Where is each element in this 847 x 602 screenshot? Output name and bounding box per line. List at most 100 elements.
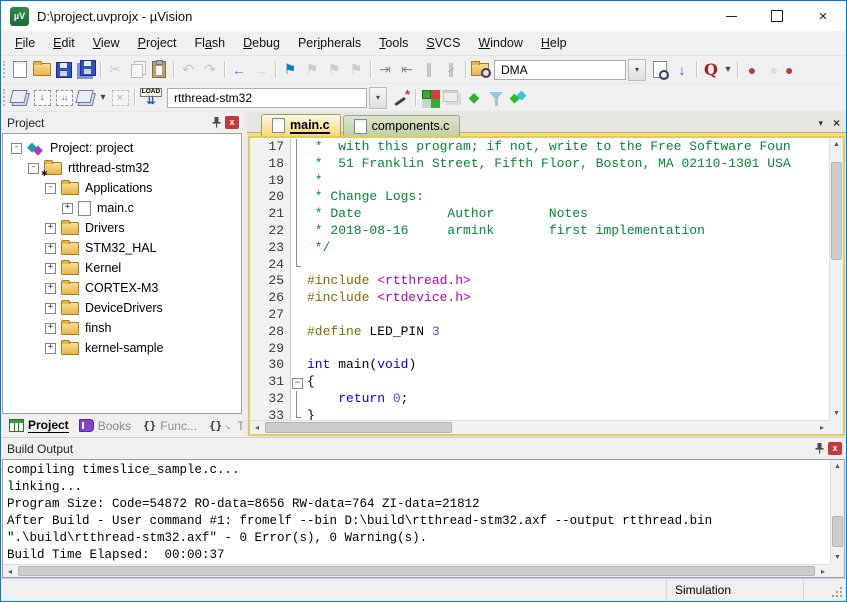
- tab-components-c[interactable]: components.c: [343, 115, 461, 136]
- tree-item-devicedrivers[interactable]: +DeviceDrivers: [3, 298, 241, 318]
- save-all-button[interactable]: [75, 59, 97, 80]
- tree-item-cortex-m3[interactable]: +CORTEX-M3: [3, 278, 241, 298]
- tree-item-drivers[interactable]: +Drivers: [3, 218, 241, 238]
- tree-item-rtthread-stm32[interactable]: -rtthread-stm32: [3, 158, 241, 178]
- tree-item-finsh[interactable]: +finsh: [3, 318, 241, 338]
- tree-expander-icon[interactable]: +: [45, 223, 56, 234]
- insert-breakpoint-button[interactable]: ●: [741, 59, 763, 80]
- lookup-button[interactable]: Q: [700, 59, 722, 80]
- menu-help[interactable]: Help: [532, 32, 576, 54]
- dropdown-icon[interactable]: ▾: [628, 59, 646, 81]
- menu-svcs[interactable]: SVCS: [417, 32, 469, 54]
- download-button[interactable]: LOAD⇊: [138, 87, 164, 108]
- pin-icon[interactable]: [815, 443, 824, 454]
- kill-breakpoints-button[interactable]: ●: [785, 59, 793, 80]
- menu-window[interactable]: Window: [469, 32, 531, 54]
- build-output-text[interactable]: compiling timeslice_sample.c...linking..…: [3, 460, 830, 564]
- build-hscroll-thumb[interactable]: [18, 566, 815, 576]
- target-combo-value[interactable]: rtthread-stm32: [167, 88, 367, 108]
- tree-expander-icon[interactable]: +: [62, 203, 73, 214]
- translate-button[interactable]: [9, 87, 31, 108]
- resize-grip[interactable]: [804, 579, 846, 601]
- save-button[interactable]: [53, 59, 75, 80]
- dropdown-icon[interactable]: ▾: [369, 87, 387, 109]
- panel-tab-func[interactable]: {}Func...: [138, 417, 202, 435]
- navigate-back-button[interactable]: ←: [228, 59, 250, 80]
- build-horizontal-scrollbar[interactable]: ◂ ▸: [3, 564, 830, 577]
- indent-button[interactable]: ⇥: [374, 59, 396, 80]
- manage-rte-button[interactable]: [419, 87, 441, 108]
- menu-peripherals[interactable]: Peripherals: [289, 32, 370, 54]
- menu-view[interactable]: View: [84, 32, 129, 54]
- uncomment-button[interactable]: ∦: [440, 59, 462, 80]
- scroll-right-icon[interactable]: ▸: [815, 421, 829, 434]
- toggle-bookmark-button[interactable]: ⚑: [279, 59, 301, 80]
- close-document-icon[interactable]: ×: [833, 116, 840, 130]
- target-combo[interactable]: rtthread-stm32▾: [167, 87, 387, 109]
- editor-hscroll-thumb[interactable]: [265, 422, 452, 433]
- project-panel-close-button[interactable]: x: [225, 116, 239, 129]
- scroll-right-icon[interactable]: ▸: [816, 565, 830, 577]
- tree-expander-icon[interactable]: +: [45, 283, 56, 294]
- scroll-down-icon[interactable]: ▼: [831, 551, 844, 564]
- fold-collapse-icon[interactable]: [291, 374, 304, 391]
- filter-packs-button[interactable]: [485, 87, 507, 108]
- tree-expander-icon[interactable]: +: [45, 343, 56, 354]
- menu-debug[interactable]: Debug: [234, 32, 289, 54]
- open-file-button[interactable]: [31, 59, 53, 80]
- build-output-close-button[interactable]: x: [828, 442, 842, 455]
- scroll-left-icon[interactable]: ◂: [3, 565, 17, 577]
- menu-edit[interactable]: Edit: [44, 32, 84, 54]
- search-combo-value[interactable]: DMA: [494, 60, 626, 80]
- menu-project[interactable]: Project: [129, 32, 186, 54]
- comment-button[interactable]: ∥: [418, 59, 440, 80]
- unindent-button[interactable]: ⇤: [396, 59, 418, 80]
- scroll-up-icon[interactable]: ▲: [831, 460, 844, 473]
- tree-expander-icon[interactable]: +: [45, 263, 56, 274]
- tree-item-project-project[interactable]: -Project: project: [3, 138, 241, 158]
- close-button[interactable]: ×: [800, 1, 846, 31]
- search-combo[interactable]: DMA▾: [494, 59, 646, 81]
- tree-expander-icon[interactable]: -: [45, 183, 56, 194]
- tree-expander-icon[interactable]: -: [11, 143, 22, 154]
- find-button[interactable]: [649, 59, 671, 80]
- incremental-find-button[interactable]: ↓: [671, 59, 693, 80]
- menu-tools[interactable]: Tools: [370, 32, 417, 54]
- tree-expander-icon[interactable]: +: [45, 323, 56, 334]
- tree-item-kernel[interactable]: +Kernel: [3, 258, 241, 278]
- maximize-button[interactable]: [754, 1, 800, 31]
- scroll-down-icon[interactable]: ▼: [830, 407, 843, 420]
- find-in-files-button[interactable]: [469, 59, 491, 80]
- editor-vertical-scrollbar[interactable]: ▲ ▼: [829, 138, 843, 420]
- menu-flash[interactable]: Flash: [186, 32, 235, 54]
- tree-item-main-c[interactable]: +main.c: [3, 198, 241, 218]
- new-file-button[interactable]: [9, 59, 31, 80]
- scroll-up-icon[interactable]: ▲: [830, 138, 843, 151]
- tree-item-stm32-hal[interactable]: +STM32_HAL: [3, 238, 241, 258]
- batch-build-button[interactable]: [75, 87, 97, 108]
- tab-list-dropdown-icon[interactable]: ▾: [818, 118, 823, 129]
- code-area[interactable]: 17 * with this program; if not, write to…: [250, 138, 829, 420]
- panel-tab-books[interactable]: Books: [74, 417, 136, 435]
- select-packs-button[interactable]: ◆: [463, 87, 485, 108]
- tree-expander-icon[interactable]: -: [28, 163, 39, 174]
- tree-expander-icon[interactable]: +: [45, 303, 56, 314]
- tree-item-kernel-sample[interactable]: +kernel-sample: [3, 338, 241, 358]
- lookup-caret-button[interactable]: ▾: [722, 59, 734, 80]
- rebuild-button[interactable]: [53, 87, 75, 108]
- editor-vscroll-thumb[interactable]: [831, 162, 842, 260]
- scroll-left-icon[interactable]: ◂: [250, 421, 264, 434]
- enable-breakpoint-button[interactable]: ●: [763, 59, 785, 80]
- tab-main-c[interactable]: main.c: [261, 114, 341, 136]
- batch-build-caret-button[interactable]: ▾: [97, 87, 109, 108]
- build-button[interactable]: [31, 87, 53, 108]
- menu-file[interactable]: File: [6, 32, 44, 54]
- build-vertical-scrollbar[interactable]: ▲ ▼: [830, 460, 844, 564]
- panel-tab-project[interactable]: Project: [4, 416, 74, 435]
- minimize-button[interactable]: [708, 1, 754, 31]
- paste-button[interactable]: [148, 59, 170, 80]
- pin-icon[interactable]: [212, 117, 221, 128]
- pack-installer-button[interactable]: [507, 87, 529, 108]
- build-vscroll-thumb[interactable]: [832, 516, 843, 547]
- editor-horizontal-scrollbar[interactable]: ◂ ▸: [250, 420, 829, 434]
